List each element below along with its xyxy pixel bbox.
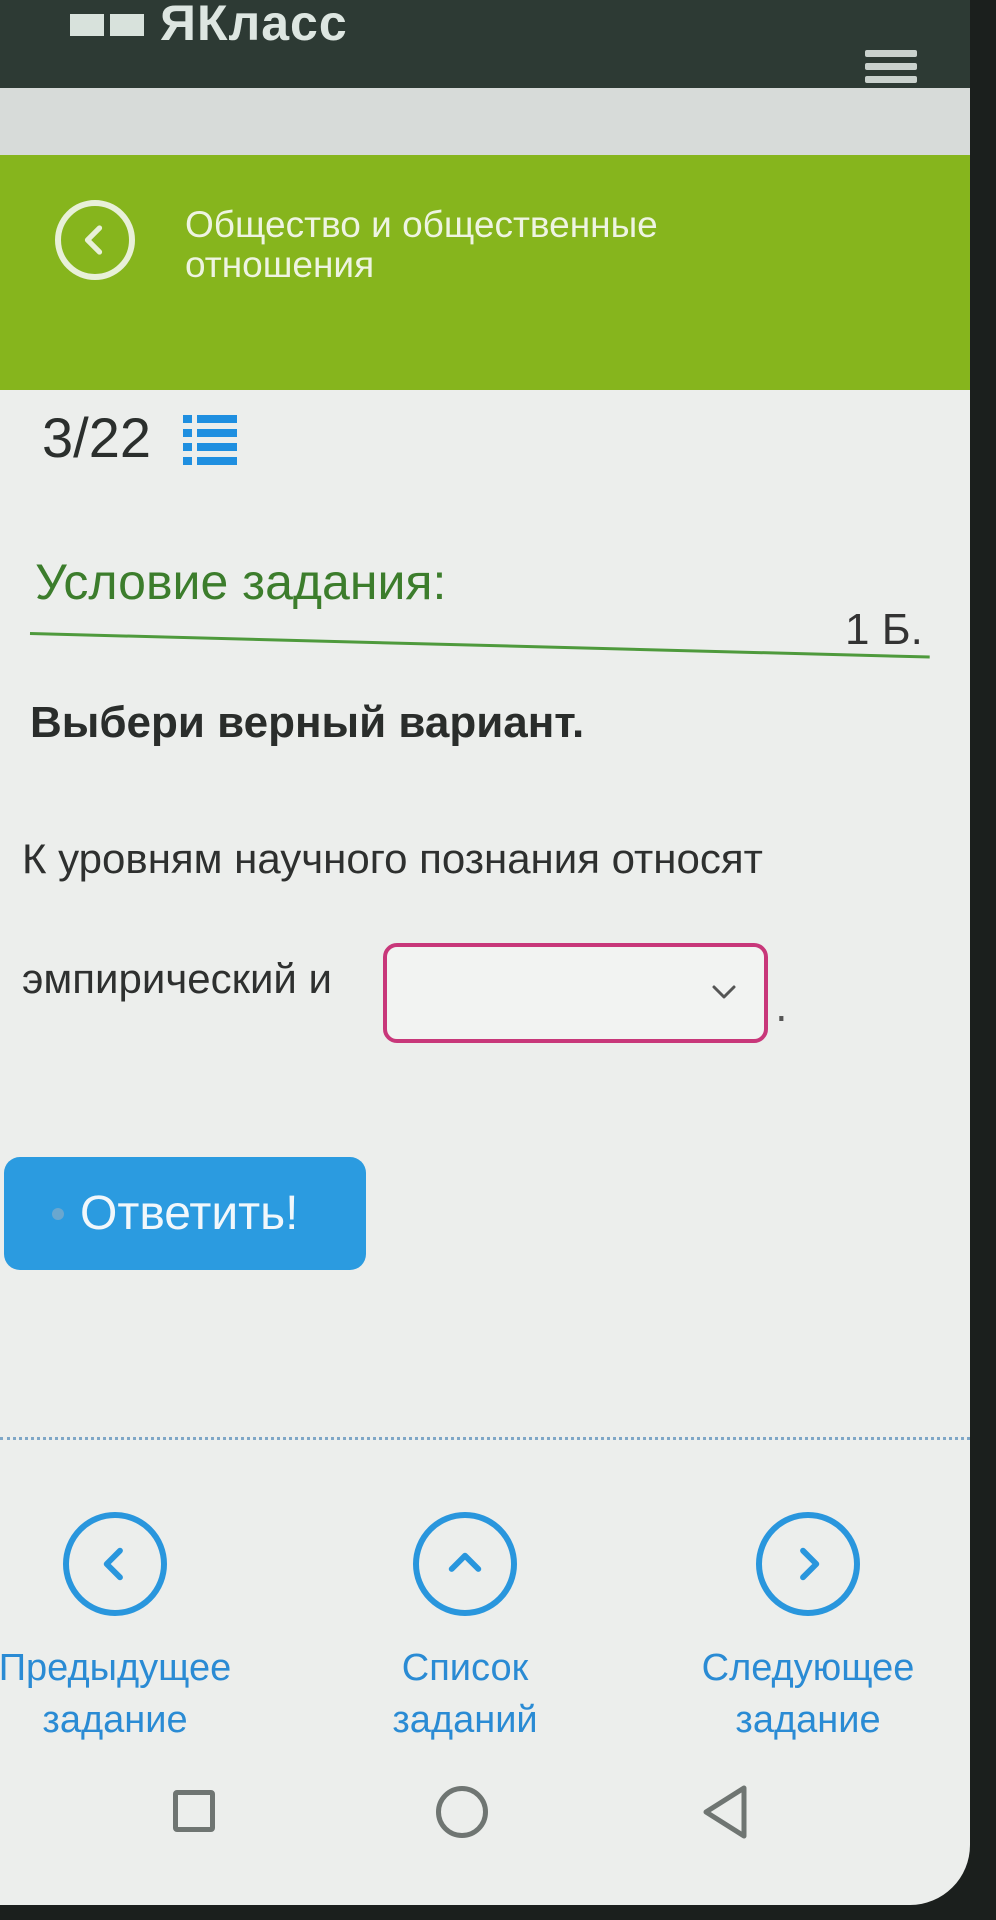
chevron-right-icon — [800, 1547, 820, 1581]
next-task-label-line2: задание — [735, 1699, 881, 1741]
task-counter-text: 3/22 — [42, 406, 151, 469]
condition-underline — [29, 632, 930, 659]
book-icon — [70, 10, 150, 36]
chevron-left-icon — [84, 225, 103, 255]
task-instruction: Выбери верный вариант. — [30, 698, 585, 747]
task-list-circle — [413, 1512, 517, 1616]
topic-title: Общество и общественные отношения — [185, 204, 658, 285]
app-header: ЯКласс — [0, 0, 970, 96]
dot-icon — [52, 1207, 64, 1220]
previous-task-label-line1: Предыдущее — [0, 1647, 232, 1689]
condition-title: Условие задания: — [35, 554, 447, 610]
divider — [0, 1437, 970, 1440]
recent-apps-button[interactable] — [173, 1790, 215, 1832]
question-text-line2: эмпирический и — [22, 955, 332, 1002]
next-task-circle — [756, 1512, 860, 1616]
task-list-button[interactable]: Список заданий — [335, 1512, 595, 1746]
previous-task-circle — [63, 1512, 167, 1616]
previous-task-label: Предыдущее задание — [0, 1642, 245, 1746]
task-list-label-line2: заданий — [392, 1699, 538, 1741]
logo-text: ЯКласс — [160, 0, 348, 51]
chevron-up-icon — [448, 1552, 482, 1572]
next-task-label-line1: Следующее — [701, 1647, 915, 1689]
task-score: 1 Б. — [845, 605, 923, 654]
system-back-icon[interactable] — [700, 1784, 750, 1840]
task-counter: 3/22 — [42, 405, 239, 470]
next-task-button[interactable]: Следующее задание — [678, 1512, 938, 1746]
submit-answer-label: Ответить! — [80, 1187, 299, 1240]
header-separator — [0, 88, 970, 158]
task-list-label-line1: Список — [401, 1647, 529, 1689]
logo[interactable]: ЯКласс — [70, 0, 348, 52]
question-text-line1: К уровням научного познания относят — [22, 835, 763, 882]
answer-dropdown[interactable] — [383, 943, 768, 1043]
back-button[interactable] — [55, 200, 135, 280]
home-button[interactable] — [436, 1786, 488, 1838]
chevron-down-icon — [712, 985, 736, 999]
submit-answer-button[interactable]: Ответить! — [4, 1157, 366, 1270]
sentence-period: . — [775, 985, 788, 1031]
app-screen: ЯКласс Общество и общественные отношения… — [0, 0, 970, 1905]
previous-task-button[interactable]: Предыдущее задание — [0, 1512, 245, 1746]
chevron-left-icon — [103, 1547, 123, 1581]
previous-task-label-line2: задание — [42, 1699, 188, 1741]
task-list-icon[interactable] — [181, 409, 239, 467]
task-list-label: Список заданий — [335, 1642, 595, 1746]
next-task-label: Следующее задание — [678, 1642, 938, 1746]
